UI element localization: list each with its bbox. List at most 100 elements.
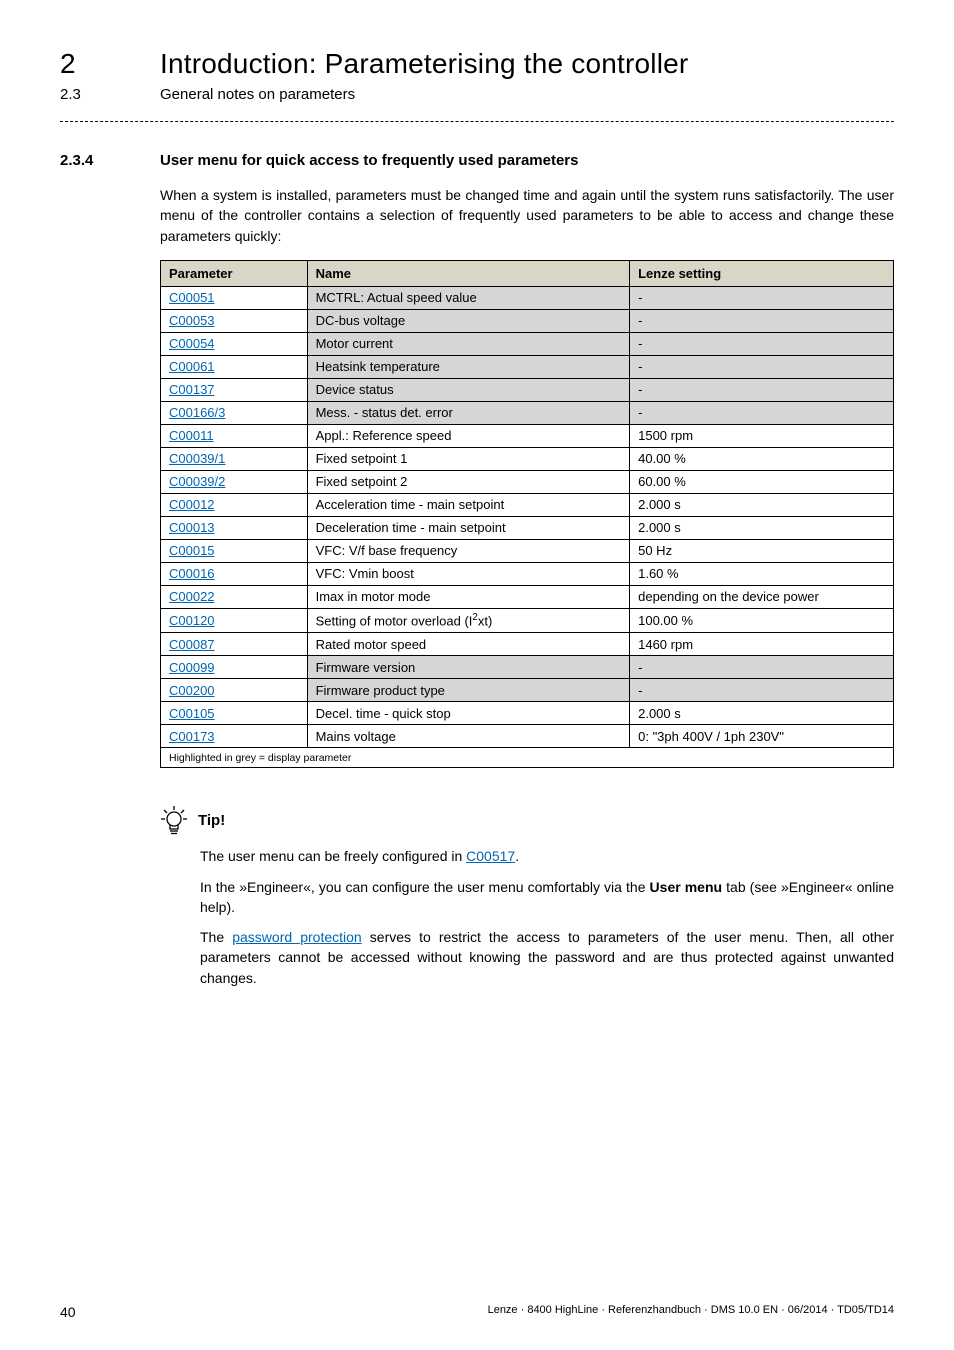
chapter-number: 2 xyxy=(60,48,160,80)
param-link[interactable]: C00016 xyxy=(169,566,215,581)
param-link[interactable]: C00039/1 xyxy=(169,451,225,466)
table-row: C00173Mains voltage0: "3ph 400V / 1ph 23… xyxy=(161,725,894,748)
table-row: C00013 Deceleration time - main setpoint2… xyxy=(161,516,894,539)
setting-cell: 100.00 % xyxy=(630,608,894,632)
setting-cell: 40.00 % xyxy=(630,447,894,470)
table-row: C00054Motor current- xyxy=(161,332,894,355)
param-cell: C00012 xyxy=(161,493,308,516)
separator xyxy=(60,121,894,122)
param-cell: C00120 xyxy=(161,608,308,632)
param-cell: C00200 xyxy=(161,679,308,702)
section-header: 2.3.4 User menu for quick access to freq… xyxy=(60,152,894,169)
table-row: C00039/2 Fixed setpoint 260.00 % xyxy=(161,470,894,493)
param-link[interactable]: C00015 xyxy=(169,543,215,558)
tip3-pre: The xyxy=(200,929,232,945)
setting-cell: - xyxy=(630,286,894,309)
param-cell: C00166/3 xyxy=(161,401,308,424)
name-cell: Heatsink temperature xyxy=(307,355,630,378)
page-footer: 40 Lenze · 8400 HighLine · Referenzhandb… xyxy=(60,1304,894,1320)
param-cell: C00053 xyxy=(161,309,308,332)
setting-cell: - xyxy=(630,656,894,679)
tip1-link[interactable]: C00517 xyxy=(466,848,515,864)
lightbulb-icon xyxy=(160,804,188,836)
setting-cell: 2.000 s xyxy=(630,516,894,539)
setting-cell: - xyxy=(630,332,894,355)
table-row: C00016 VFC: Vmin boost1.60 % xyxy=(161,562,894,585)
param-link[interactable]: C00013 xyxy=(169,520,215,535)
param-link[interactable]: C00022 xyxy=(169,589,215,604)
setting-cell: 1500 rpm xyxy=(630,424,894,447)
param-link[interactable]: C00105 xyxy=(169,706,215,721)
param-link[interactable]: C00011 xyxy=(169,428,214,443)
param-link[interactable]: C00137 xyxy=(169,382,215,397)
tip-block: Tip! The user menu can be freely configu… xyxy=(160,804,894,988)
parameter-table: Parameter Name Lenze setting C00051MCTRL… xyxy=(160,260,894,768)
param-cell: C00011 xyxy=(161,424,308,447)
table-row: C00099Firmware version- xyxy=(161,656,894,679)
param-link[interactable]: C00039/2 xyxy=(169,474,225,489)
name-cell: Deceleration time - main setpoint xyxy=(307,516,630,539)
table-row: C00120 Setting of motor overload (I2xt)10… xyxy=(161,608,894,632)
chapter-header: 2 Introduction: Parameterising the contr… xyxy=(60,48,894,80)
param-cell: C00105 xyxy=(161,702,308,725)
table-header-parameter: Parameter xyxy=(161,260,308,286)
tip2-bold: User menu xyxy=(650,879,723,895)
setting-cell: 60.00 % xyxy=(630,470,894,493)
param-link[interactable]: C00087 xyxy=(169,637,215,652)
setting-cell: 50 Hz xyxy=(630,539,894,562)
name-cell: Mess. - status det. error xyxy=(307,401,630,424)
setting-cell: depending on the device power xyxy=(630,585,894,608)
param-link[interactable]: C00166/3 xyxy=(169,405,225,420)
tip2-pre: In the »Engineer«, you can configure the… xyxy=(200,879,650,895)
name-cell: MCTRL: Actual speed value xyxy=(307,286,630,309)
setting-cell: - xyxy=(630,378,894,401)
table-header-name: Name xyxy=(307,260,630,286)
param-link[interactable]: C00061 xyxy=(169,359,215,374)
param-cell: C00137 xyxy=(161,378,308,401)
name-cell: Setting of motor overload (I2xt) xyxy=(307,608,630,632)
name-cell: VFC: V/f base frequency xyxy=(307,539,630,562)
table-row: C00105Decel. time - quick stop2.000 s xyxy=(161,702,894,725)
param-link[interactable]: C00173 xyxy=(169,729,215,744)
param-cell: C00039/1 xyxy=(161,447,308,470)
param-link[interactable]: C00120 xyxy=(169,613,215,628)
param-link[interactable]: C00054 xyxy=(169,336,215,351)
tip-line-1: The user menu can be freely configured i… xyxy=(200,846,894,866)
table-footnote: Highlighted in grey = display parameter xyxy=(161,748,894,768)
section-number: 2.3.4 xyxy=(60,152,160,169)
chapter-title: Introduction: Parameterising the control… xyxy=(160,48,688,80)
section-title: User menu for quick access to frequently… xyxy=(160,152,578,169)
setting-cell: 2.000 s xyxy=(630,702,894,725)
setting-cell: 1.60 % xyxy=(630,562,894,585)
name-cell: VFC: Vmin boost xyxy=(307,562,630,585)
param-link[interactable]: C00012 xyxy=(169,497,215,512)
tip-line-2: In the »Engineer«, you can configure the… xyxy=(200,877,894,918)
param-cell: C00061 xyxy=(161,355,308,378)
table-row: C00137 Device status- xyxy=(161,378,894,401)
name-cell: Device status xyxy=(307,378,630,401)
param-link[interactable]: C00099 xyxy=(169,660,215,675)
table-row: C00011Appl.: Reference speed1500 rpm xyxy=(161,424,894,447)
param-cell: C00054 xyxy=(161,332,308,355)
table-row: C00166/3 Mess. - status det. error- xyxy=(161,401,894,424)
section-intro: When a system is installed, parameters m… xyxy=(160,185,894,246)
subchapter-number: 2.3 xyxy=(60,86,160,103)
param-link[interactable]: C00053 xyxy=(169,313,215,328)
table-row: C00061Heatsink temperature- xyxy=(161,355,894,378)
param-link[interactable]: C00051 xyxy=(169,290,215,305)
param-cell: C00022 xyxy=(161,585,308,608)
tip3-link[interactable]: password protection xyxy=(232,929,361,945)
subchapter-title: General notes on parameters xyxy=(160,86,355,103)
param-cell: C00015 xyxy=(161,539,308,562)
setting-cell: - xyxy=(630,679,894,702)
setting-cell: 1460 rpm xyxy=(630,633,894,656)
param-link[interactable]: C00200 xyxy=(169,683,215,698)
tip-line-3: The password protection serves to restri… xyxy=(200,927,894,988)
table-row: C00015 VFC: V/f base frequency50 Hz xyxy=(161,539,894,562)
setting-cell: - xyxy=(630,401,894,424)
setting-cell: 0: "3ph 400V / 1ph 230V" xyxy=(630,725,894,748)
name-cell: Fixed setpoint 2 xyxy=(307,470,630,493)
page-number: 40 xyxy=(60,1304,76,1320)
param-cell: C00039/2 xyxy=(161,470,308,493)
table-row: C00053DC-bus voltage- xyxy=(161,309,894,332)
